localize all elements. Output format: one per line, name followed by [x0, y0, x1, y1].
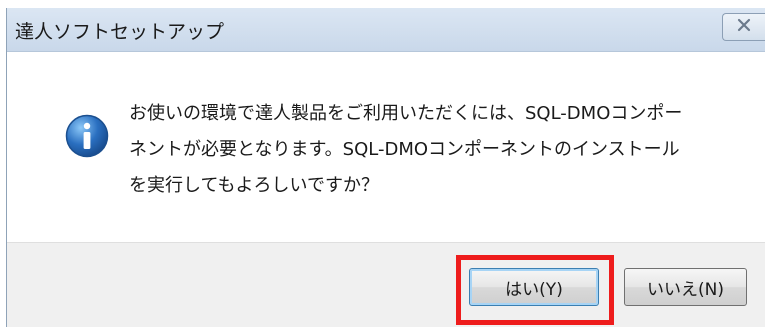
close-icon — [736, 17, 752, 37]
information-icon — [65, 114, 109, 158]
no-button[interactable]: いいえ(N) — [624, 268, 747, 306]
dialog-content: お使いの環境で達人製品をご利用いただくには、SQL-DMOコンポー ネントが必要… — [7, 52, 765, 242]
setup-dialog: 達人ソフトセットアップ お使いの環境で達人製品をご利用いただくには、SQL-DM — [6, 8, 765, 327]
title-bar: 達人ソフトセットアップ — [7, 8, 765, 52]
dialog-title: 達人ソフトセットアップ — [15, 21, 225, 43]
yes-button[interactable]: はい(Y) — [469, 268, 599, 306]
dialog-message: お使いの環境で達人製品をご利用いただくには、SQL-DMOコンポー ネントが必要… — [129, 103, 683, 196]
dialog-footer: はい(Y) いいえ(N) — [7, 242, 765, 327]
close-button[interactable] — [722, 13, 765, 41]
